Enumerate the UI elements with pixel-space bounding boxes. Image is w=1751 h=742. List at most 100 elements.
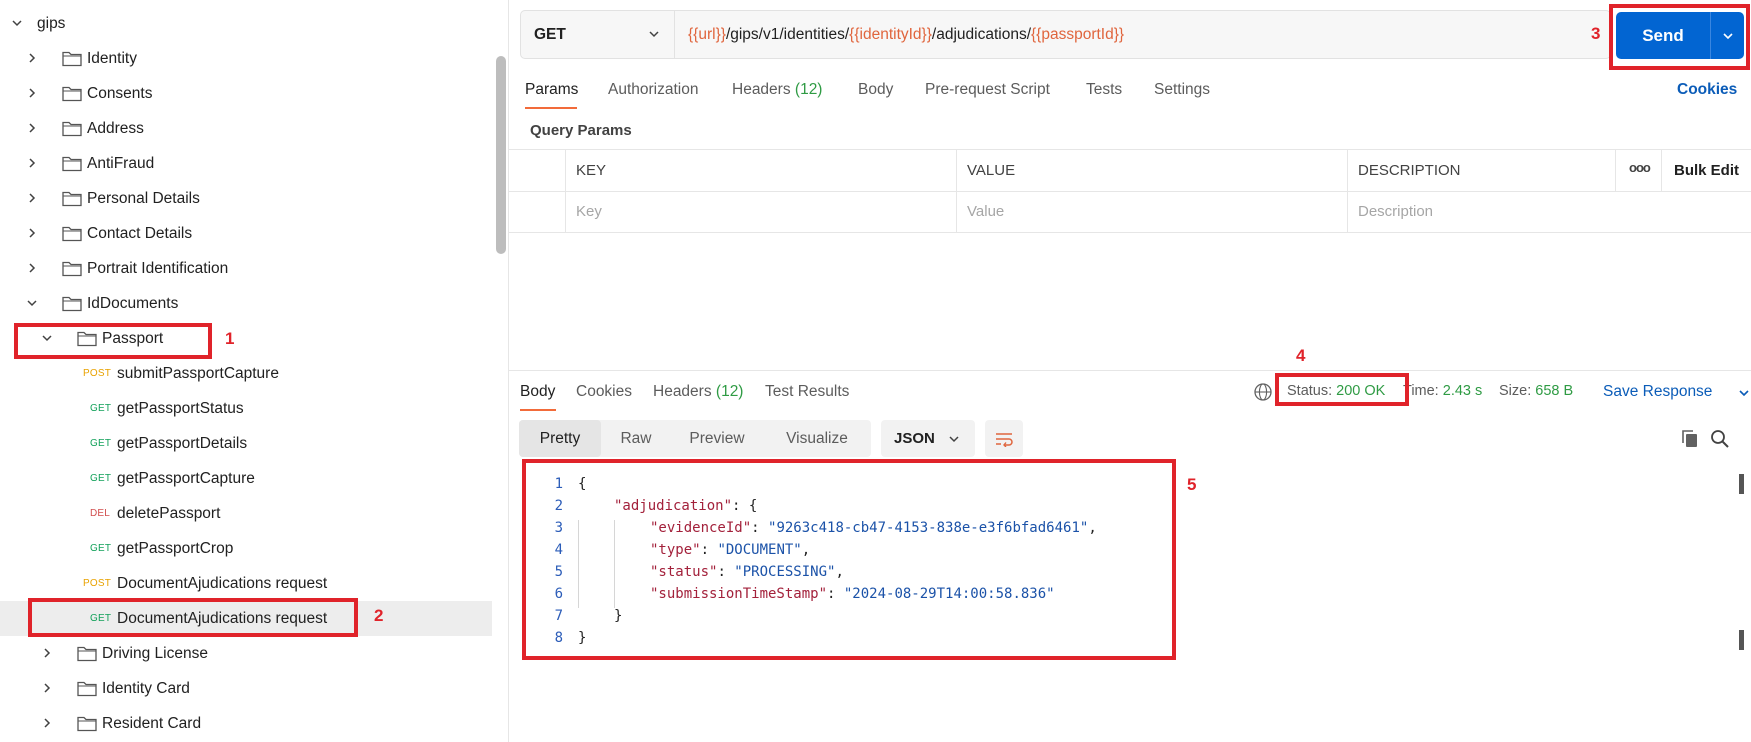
- view-raw[interactable]: Raw: [601, 420, 671, 457]
- active-tab-indicator: [520, 409, 556, 411]
- tree-folder-identity[interactable]: Identity: [0, 41, 492, 76]
- tree-folder-identity-card[interactable]: Identity Card: [0, 671, 492, 706]
- request-item[interactable]: GET getPassportDetails: [0, 426, 492, 461]
- size-value: 658 B: [1535, 383, 1574, 399]
- value-input[interactable]: Value: [967, 203, 1004, 220]
- folder-icon: [62, 155, 82, 172]
- url-input[interactable]: {{url}}/gips/v1/identities/{{identityId}…: [688, 26, 1124, 44]
- table-border: [509, 232, 1751, 233]
- chevron-down-icon[interactable]: [25, 296, 39, 310]
- tree-folder-address[interactable]: Address: [0, 111, 492, 146]
- tree-label: gips: [37, 15, 66, 32]
- chevron-right-icon[interactable]: [25, 226, 39, 240]
- copy-icon[interactable]: [1679, 428, 1701, 450]
- table-border: [1347, 149, 1348, 233]
- tree-folder-iddocuments[interactable]: IdDocuments: [0, 286, 492, 321]
- globe-icon[interactable]: [1253, 382, 1273, 402]
- tab-settings[interactable]: Settings: [1154, 81, 1210, 99]
- tree-folder-resident-card[interactable]: Resident Card: [0, 706, 492, 741]
- request-item[interactable]: GET getPassportCrop: [0, 531, 492, 566]
- tree-label: IdDocuments: [87, 295, 179, 312]
- folder-icon: [62, 50, 82, 67]
- key-input[interactable]: Key: [576, 203, 602, 220]
- response-tab-cookies[interactable]: Cookies: [576, 383, 632, 401]
- chevron-right-icon[interactable]: [40, 716, 54, 730]
- chevron-right-icon[interactable]: [25, 86, 39, 100]
- annotation-box: [1609, 4, 1750, 70]
- tree-folder-personal-details[interactable]: Personal Details: [0, 181, 492, 216]
- response-tab-headers[interactable]: Headers (12): [653, 383, 743, 401]
- search-icon[interactable]: [1709, 428, 1731, 450]
- tree-folder-driving-license[interactable]: Driving License: [0, 636, 492, 671]
- response-time[interactable]: Time: 2.43 s: [1403, 383, 1482, 399]
- tab-body[interactable]: Body: [858, 81, 893, 99]
- annotation-box: [522, 459, 1176, 660]
- editor-scroll-marker: [1739, 630, 1744, 650]
- annotation-number: 5: [1187, 475, 1197, 494]
- query-params-table: KEY VALUE DESCRIPTION ooo Bulk Edit Key …: [509, 149, 1751, 233]
- tree-folder-contact-details[interactable]: Contact Details: [0, 216, 492, 251]
- folder-icon: [62, 190, 82, 207]
- tab-tests[interactable]: Tests: [1086, 81, 1122, 99]
- request-editor: GET {{url}}/gips/v1/identities/{{identit…: [509, 0, 1751, 742]
- folder-icon: [62, 295, 82, 312]
- sidebar-scrollbar-thumb[interactable]: [496, 56, 506, 254]
- description-input[interactable]: Description: [1358, 203, 1433, 220]
- bulk-edit-button[interactable]: Bulk Edit: [1674, 162, 1739, 179]
- annotation-number: 1: [225, 329, 235, 348]
- response-size[interactable]: Size: 658 B: [1499, 383, 1573, 399]
- chevron-right-icon[interactable]: [25, 261, 39, 275]
- request-item[interactable]: GET getPassportStatus: [0, 391, 492, 426]
- tree-label: Address: [87, 120, 144, 137]
- wrap-lines-button[interactable]: [985, 420, 1023, 457]
- tree-folder-antifraud[interactable]: AntiFraud: [0, 146, 492, 181]
- url-path: /adjudications/: [931, 26, 1031, 43]
- request-item[interactable]: DEL deletePassport: [0, 496, 492, 531]
- chevron-right-icon[interactable]: [25, 51, 39, 65]
- chevron-right-icon[interactable]: [40, 646, 54, 660]
- chevron-right-icon[interactable]: [25, 156, 39, 170]
- annotation-box: [1275, 373, 1409, 406]
- cookies-link[interactable]: Cookies: [1677, 81, 1737, 99]
- chevron-right-icon[interactable]: [25, 121, 39, 135]
- request-item[interactable]: GET getPassportCapture: [0, 461, 492, 496]
- response-tab-test-results[interactable]: Test Results: [765, 383, 849, 401]
- chevron-down-icon[interactable]: [10, 16, 24, 30]
- response-tab-body[interactable]: Body: [520, 383, 555, 401]
- tree-folder-portrait-identification[interactable]: Portrait Identification: [0, 251, 492, 286]
- tab-count: (12): [794, 81, 823, 98]
- wrap-lines-icon: [996, 432, 1013, 447]
- response-divider[interactable]: [509, 370, 1751, 371]
- tab-params[interactable]: Params: [525, 81, 578, 99]
- request-item[interactable]: POST DocumentAjudications request: [0, 566, 492, 601]
- chevron-down-icon: [647, 27, 661, 45]
- save-response-button[interactable]: Save Response: [1603, 383, 1712, 401]
- request-item[interactable]: POST submitPassportCapture: [0, 356, 492, 391]
- tab-label: Headers: [653, 383, 712, 400]
- view-pretty[interactable]: Pretty: [519, 420, 601, 457]
- chevron-right-icon[interactable]: [40, 681, 54, 695]
- view-visualize[interactable]: Visualize: [763, 420, 871, 457]
- method-select-value: GET: [534, 26, 566, 43]
- method-badge: GET: [90, 438, 112, 449]
- view-preview[interactable]: Preview: [671, 420, 763, 457]
- column-header-value: VALUE: [967, 162, 1016, 179]
- response-view-switcher: Pretty Raw Preview Visualize: [519, 420, 871, 457]
- url-bar: GET {{url}}/gips/v1/identities/{{identit…: [520, 10, 1611, 59]
- request-label: getPassportDetails: [117, 435, 248, 452]
- tree-label: Resident Card: [102, 715, 202, 732]
- chevron-right-icon[interactable]: [25, 191, 39, 205]
- format-select[interactable]: JSON: [881, 420, 975, 457]
- format-select-value: JSON: [894, 430, 935, 447]
- more-options-icon[interactable]: ooo: [1629, 160, 1651, 175]
- tab-headers[interactable]: Headers (12): [732, 81, 822, 99]
- folder-icon: [62, 85, 82, 102]
- tab-pre-request-script[interactable]: Pre-request Script: [925, 81, 1050, 99]
- url-variable: {{passportId}}: [1031, 26, 1125, 43]
- tree-root-gips[interactable]: gips: [0, 6, 492, 41]
- tree-label: AntiFraud: [87, 155, 155, 172]
- chevron-down-icon[interactable]: [1737, 386, 1751, 400]
- tree-folder-consents[interactable]: Consents: [0, 76, 492, 111]
- method-select[interactable]: GET: [521, 11, 675, 58]
- tab-authorization[interactable]: Authorization: [608, 81, 698, 99]
